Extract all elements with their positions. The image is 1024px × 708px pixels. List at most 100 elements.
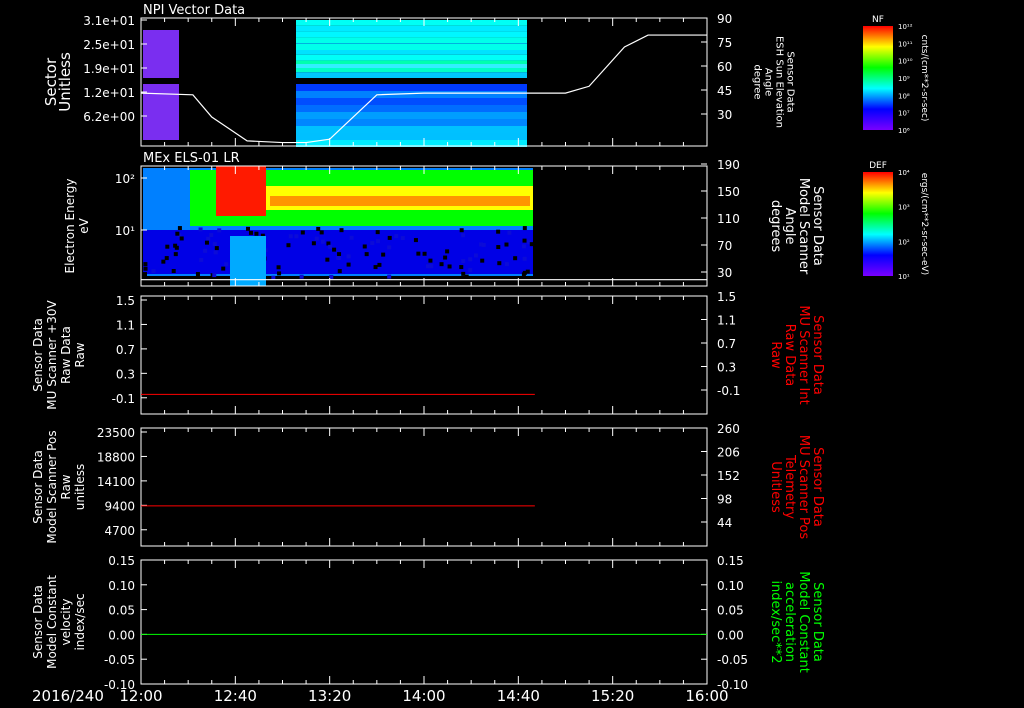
- y-tick-label-right: 70: [717, 239, 732, 253]
- y-axis-label-line: degrees: [768, 200, 783, 253]
- heatmap-pixel: [328, 244, 333, 249]
- heatmap-pixel: [376, 239, 381, 244]
- heatmap-band: [216, 166, 266, 216]
- heatmap-pixel: [375, 230, 380, 235]
- y-axis-label-line: Raw: [768, 341, 783, 369]
- heatmap-pixel: [507, 230, 512, 235]
- heatmap-pixel: [254, 231, 259, 236]
- heatmap-pixel: [204, 240, 209, 245]
- heatmap-pixel: [522, 256, 527, 261]
- y-tick-label-right: 150: [717, 185, 740, 199]
- colorbar-tick-label: 10⁸: [898, 92, 910, 100]
- heatmap-pixel: [212, 242, 217, 247]
- y-axis-label-left: SectorUnitless: [42, 52, 74, 112]
- heatmap-pixel: [173, 243, 178, 248]
- time-tick-label: 13:20: [308, 687, 351, 705]
- heatmap-row: [296, 31, 527, 38]
- y-axis-label-right: Sensor DataModel Constantaccelerationind…: [768, 571, 825, 673]
- heatmap-row: [296, 20, 527, 26]
- heatmap-pixel: [443, 255, 448, 260]
- heatmap-pixel: [400, 236, 405, 241]
- y-axis-label-right: Sensor DataModel ScannerAngledegrees: [768, 178, 825, 275]
- panel-title: NPI Vector Data: [143, 3, 245, 18]
- heatmap-pixel: [504, 242, 509, 247]
- y-axis-label-line: Raw Data: [59, 326, 73, 384]
- colorbar-1: NF 10¹² 10¹¹ 10¹⁰ 10⁹ 10⁸ 10⁷ 10⁶ cnts/(cm**2-sr…: [863, 15, 929, 135]
- heatmap-pixel: [299, 274, 304, 279]
- heatmap-pixel: [276, 265, 281, 270]
- y-tick-label-right: 75: [717, 36, 732, 50]
- heatmap-pixel: [332, 247, 337, 252]
- colorbar-units-text: cnts/(cm**2-sr-sec): [919, 35, 929, 122]
- heatmap-row: [296, 98, 527, 105]
- panel-5: 0.150.100.050.00-0.05-0.100.150.100.050.…: [31, 554, 825, 692]
- y-tick-label-right: 90: [717, 12, 732, 26]
- heatmap-pixel: [325, 257, 330, 262]
- heatmap-pixel: [362, 244, 367, 249]
- time-tick-label: 12:00: [119, 687, 162, 705]
- heatmap-pixel: [206, 236, 211, 241]
- y-tick-label-right: 190: [717, 158, 740, 172]
- time-tick-label: 15:20: [591, 687, 634, 705]
- heatmap-row: [296, 91, 527, 98]
- y-tick-label-left: 0.00: [108, 628, 135, 642]
- colorbar-tick-label: 10¹: [898, 273, 910, 281]
- heatmap-block: [143, 84, 179, 140]
- y-tick-label-right: 1.1: [717, 314, 736, 328]
- heatmap-pixel: [461, 271, 466, 276]
- heatmap-pixel: [300, 230, 305, 235]
- y-axis-label-line: Sensor Data: [31, 450, 45, 524]
- plot-frame: [140, 295, 708, 415]
- y-tick-label-left: 14100: [97, 475, 135, 489]
- heatmap-pixel: [337, 269, 342, 274]
- heatmap-pixel: [473, 253, 478, 258]
- heatmap-pixel: [447, 264, 452, 269]
- heatmap-image: [143, 20, 527, 147]
- y-tick-label-left: 0.3: [116, 367, 135, 381]
- heatmap-pixel: [213, 250, 218, 255]
- heatmap-pixel: [464, 274, 469, 279]
- y-axis-label-line: ESH Sun Elevation: [774, 36, 785, 128]
- colorbar-gradient: [863, 26, 893, 130]
- y-tick-label-right: 98: [717, 493, 732, 507]
- y-axis-label-line: degree: [752, 64, 763, 99]
- heatmap-image: [143, 166, 534, 286]
- heatmap-pixel: [217, 228, 222, 233]
- y-axis-label-right: Sensor DataESH Sun ElevationAngledegree: [752, 36, 796, 128]
- heatmap-pixel: [522, 226, 527, 231]
- y-tick-label-left: 9400: [104, 499, 135, 513]
- heatmap-pixel: [461, 233, 466, 238]
- y-tick-label-left: 18800: [97, 450, 135, 464]
- y-axis-label-line: Raw: [73, 342, 87, 367]
- heatmap-pixel: [459, 265, 464, 270]
- y-tick-label-left: 1.9e+01: [83, 62, 135, 76]
- y-tick-label-right: 45: [717, 84, 732, 98]
- heatmap-pixel: [294, 234, 299, 239]
- heatmap-pixel: [387, 274, 392, 279]
- y-axis-label-line: Sensor Data: [810, 315, 825, 395]
- y-axis-label-line: eV: [77, 217, 91, 233]
- heatmap-pixel: [373, 265, 378, 270]
- y-tick-label-right: 0.15: [717, 554, 744, 568]
- heatmap-pixel: [381, 252, 386, 257]
- y-tick-label-right: 110: [717, 212, 740, 226]
- y-axis-label-line: Sensor Data: [810, 186, 825, 266]
- panels-layer: NPI Vector Data 3.1e+01 2.5e+01 1.9e+01 1.2e…: [31, 3, 825, 692]
- y-tick-label-right: 1.5: [717, 290, 736, 304]
- y-axis-label-line: MU Scanner Pos: [796, 435, 811, 540]
- heatmap-pixel: [171, 269, 176, 274]
- y-tick-label-left: -0.05: [104, 653, 135, 667]
- heatmap-pixel: [497, 261, 502, 266]
- panel-2: MEx ELS-01 LR 10² 10¹ 190 150 110 70 30 Electron…: [63, 151, 825, 287]
- heatmap-row: [296, 112, 527, 119]
- y-axis-label-line: Model Constant: [45, 575, 59, 669]
- y-tick-label-right: -0.05: [717, 653, 748, 667]
- y-tick-label-right: 152: [717, 469, 740, 483]
- y-tick-label-left: 1.5: [116, 294, 135, 308]
- y-axis-label-line: Raw Data: [782, 324, 797, 387]
- colorbar-tick-label: 10⁹: [898, 75, 910, 83]
- y-tick-label-left: 1.1: [116, 318, 135, 332]
- y-tick-label-left: 23500: [97, 426, 135, 440]
- heatmap-pixel: [339, 228, 344, 233]
- heatmap-pixel: [286, 243, 291, 248]
